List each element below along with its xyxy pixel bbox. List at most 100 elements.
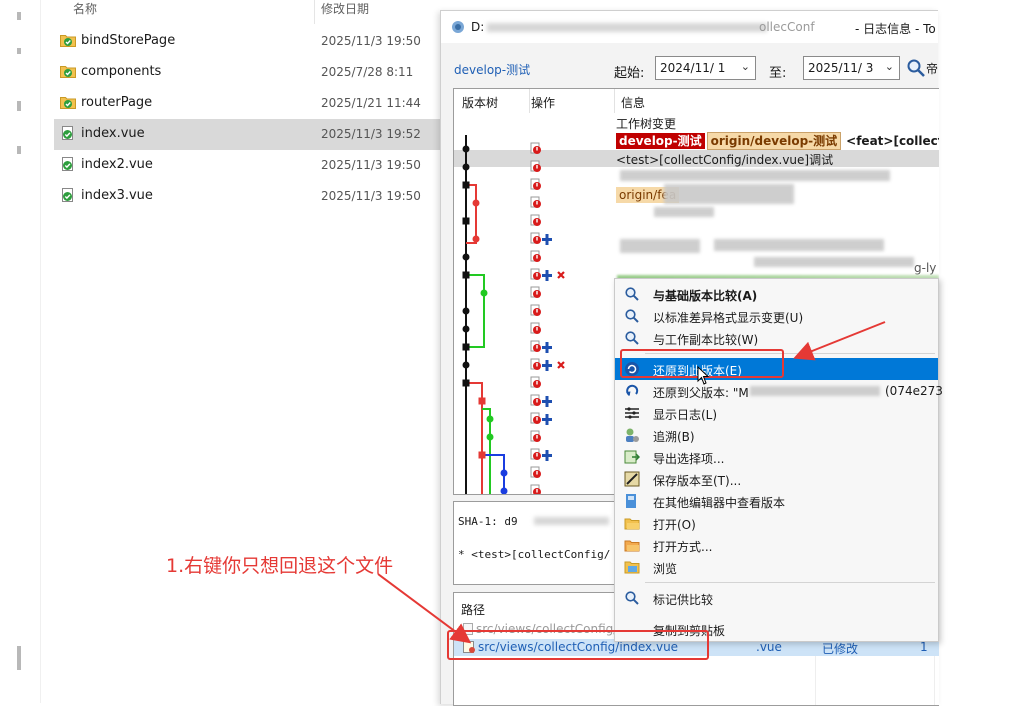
tag-origin-develop: origin/develop-测试 [706, 132, 842, 150]
menu-item-label: 导出选择项... [653, 452, 725, 466]
magnifier-icon [624, 330, 640, 346]
column-header-date[interactable]: 修改日期 [321, 0, 369, 16]
mouse-cursor-icon [697, 366, 710, 385]
file-name: index.vue [81, 126, 145, 141]
working-tree-text: 工作树变更 [616, 117, 677, 131]
save-icon [624, 471, 640, 487]
magnifier-icon [624, 308, 640, 324]
menu-item-suffix: (074e273 [885, 384, 943, 398]
sha-label: SHA-1: d9 [458, 515, 518, 528]
menu-item[interactable]: 追溯(B) [615, 424, 938, 446]
file-ext: .vue [756, 640, 782, 654]
branch-link[interactable]: develop-测试 [454, 61, 530, 78]
column-header-message[interactable]: 信息 [621, 94, 645, 111]
menu-item[interactable]: 标记供比较 [615, 587, 938, 609]
header-divider [314, 0, 315, 24]
file-explorer: 名称 修改日期 bindStorePage 2025/11/3 19:50 comp… [0, 0, 440, 703]
menu-item-label: 打开方式... [653, 540, 713, 554]
menu-separator [645, 582, 935, 583]
action-icons-column [530, 142, 565, 494]
folder-icon [60, 33, 76, 47]
context-menu: 与基础版本比较(A) 以标准差异格式显示变更(U) 与工作副本比较(W) 还原到此版本… [614, 278, 943, 642]
annotation-box-file [447, 630, 709, 660]
file-row[interactable]: bindStorePage 2025/11/3 19:50 [54, 26, 440, 57]
menu-item-label: 保存版本至(T)... [653, 474, 742, 488]
from-date-picker[interactable]: 2024/11/ 1 ⌄ [655, 56, 756, 80]
title-text: - 日志信息 - To [855, 22, 936, 36]
export-icon [624, 449, 641, 465]
menu-item[interactable]: 浏览 [615, 556, 938, 578]
menu-item[interactable]: 导出选择项... [615, 446, 938, 468]
magnifier-icon [624, 286, 640, 302]
file-date: 2025/1/21 11:44 [321, 96, 421, 110]
menu-item-label: 浏览 [653, 562, 678, 576]
side-text: g-ly [914, 261, 937, 275]
menu-item[interactable]: 与工作副本比较(W) [615, 327, 938, 349]
revert-parent-icon [624, 383, 640, 399]
menu-item-label: 显示日志(L) [653, 408, 718, 422]
tortoise-app-icon [451, 20, 465, 34]
search-label: 帝 [926, 62, 939, 76]
folder-icon [60, 64, 76, 78]
menu-item[interactable]: 打开(O) [615, 512, 938, 534]
menu-item-label: 打开(O) [653, 518, 696, 532]
menu-item-label: 与基础版本比较(A) [653, 289, 758, 303]
editor-icon [624, 493, 640, 509]
title-path-prefix: D: [471, 20, 485, 34]
open-with-icon [624, 537, 640, 553]
to-date-picker[interactable]: 2025/11/ 3 ⌄ [803, 56, 900, 80]
folder-icon [60, 95, 76, 109]
working-tree-row[interactable]: 工作树变更 [616, 115, 939, 132]
blame-icon [624, 427, 640, 443]
menu-item[interactable]: 显示日志(L) [615, 402, 938, 424]
column-header-path[interactable]: 路径 [461, 601, 485, 618]
selected-commit-message: <test>[collectConfig/index.vue]调试 [616, 153, 834, 167]
menu-item[interactable]: 打开方式... [615, 534, 938, 556]
file-name: index3.vue [81, 188, 153, 203]
from-date-value: 2024/11/ 1 [660, 61, 726, 75]
file-row[interactable]: components 2025/7/28 8:11 [54, 57, 440, 88]
menu-item-label: 在其他编辑器中查看版本 [653, 496, 786, 510]
file-count: 1 [920, 640, 928, 654]
column-header-name[interactable]: 名称 [73, 0, 97, 16]
explorer-scrollbar[interactable] [17, 6, 22, 670]
vue-file-icon [60, 188, 76, 202]
from-label: 起始: [614, 66, 645, 81]
chevron-down-icon: ⌄ [740, 60, 750, 73]
detail-message: * <test>[collectConfig/ [458, 548, 611, 561]
menu-item[interactable]: 在其他编辑器中查看版本 [615, 490, 938, 512]
file-row[interactable]: routerPage 2025/1/21 11:44 [54, 88, 440, 119]
title-path-fragment: ollecConf [759, 20, 815, 34]
file-date: 2025/7/28 8:11 [321, 65, 414, 79]
menu-item[interactable]: 以标准差异格式显示变更(U) [615, 305, 938, 327]
search-filter-button[interactable]: 帝 [904, 57, 938, 79]
commit-detail-pane[interactable]: SHA-1: d9 * <test>[collectConfig/ [453, 501, 620, 585]
menu-item-label: 追溯(B) [653, 430, 695, 444]
file-row[interactable]: index2.vue 2025/11/3 19:50 [54, 150, 440, 181]
file-row[interactable]: index.vue 2025/11/3 19:52 [54, 119, 440, 150]
file-name: routerPage [81, 95, 153, 110]
tag-feat: <feat>[collectCo [846, 134, 939, 148]
annotation-text: 1.右键你只想回退这个文件 [166, 555, 394, 577]
file-date: 2025/11/3 19:52 [321, 127, 421, 141]
selected-commit-row[interactable]: <test>[collectConfig/index.vue]调试 [616, 151, 939, 168]
file-date: 2025/11/3 19:50 [321, 189, 421, 203]
to-date-value: 2025/11/ 3 [808, 61, 874, 75]
menu-item-label: 以标准差异格式显示变更(U) [653, 311, 804, 325]
menu-item-label: 与工作副本比较(W) [653, 333, 759, 347]
search-icon [907, 59, 925, 77]
file-name: components [81, 64, 162, 79]
magnifier-icon [624, 590, 640, 606]
menu-item[interactable]: 保存版本至(T)... [615, 468, 938, 490]
log-icon [624, 405, 640, 421]
chevron-down-icon: ⌄ [884, 60, 894, 73]
head-commit-row[interactable]: develop-测试 origin/develop-测试 <feat>[collec… [616, 132, 939, 150]
menu-item[interactable]: 还原到父版本: "M (074e273 [615, 380, 943, 402]
file-row[interactable]: index3.vue 2025/11/3 19:50 [54, 181, 440, 212]
open-icon [624, 515, 640, 531]
menu-item[interactable]: 与基础版本比较(A) [615, 283, 938, 305]
file-name: bindStorePage [81, 33, 176, 48]
log-titlebar[interactable]: D: ollecConf - 日志信息 - To [441, 11, 938, 43]
title-path-redacted [487, 23, 767, 32]
menu-item-label: 标记供比较 [653, 593, 714, 607]
